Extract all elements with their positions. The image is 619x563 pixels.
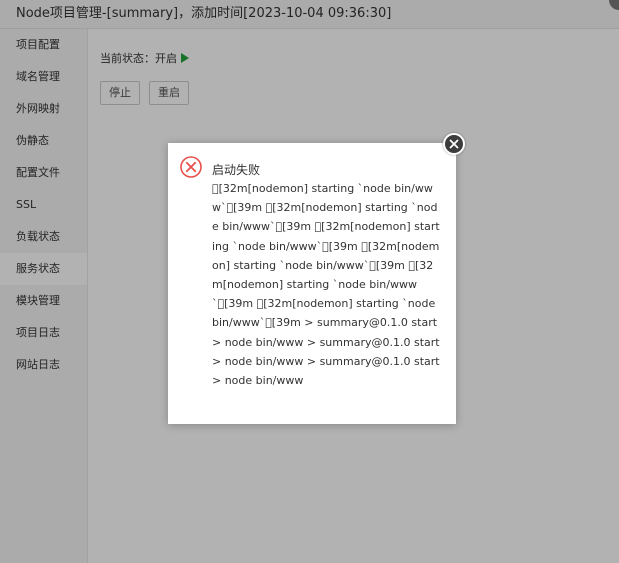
error-dialog: 启动失败  [32m[nodemon] starting `node bin/w…: [168, 143, 456, 424]
error-icon: [180, 156, 202, 178]
error-message:  [32m[nodemon] starting `node bin/www` […: [212, 182, 440, 388]
dialog-title: 启动失败: [212, 163, 261, 177]
close-icon[interactable]: [443, 133, 465, 155]
